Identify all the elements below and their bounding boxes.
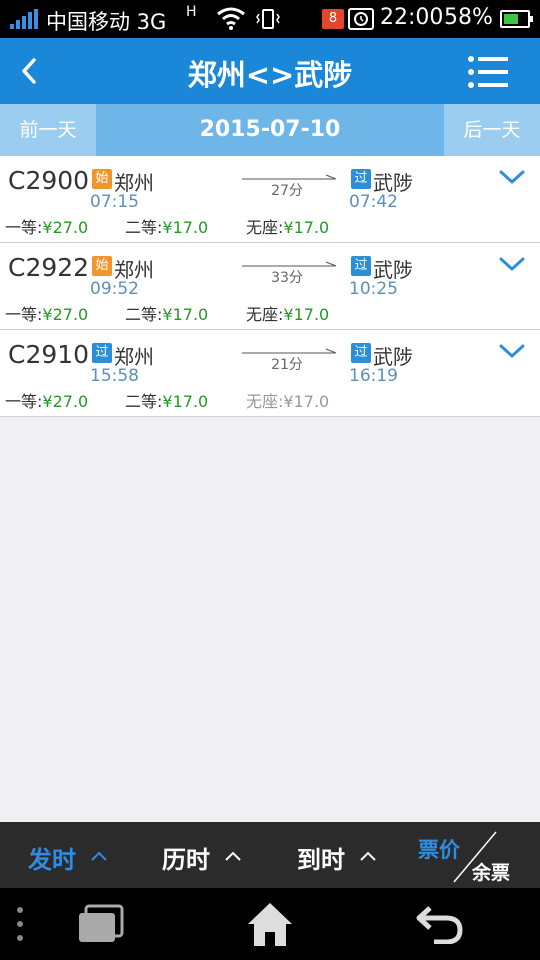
arrive-time: 07:42 xyxy=(349,192,398,212)
price-first-class: 一等:¥27.0 xyxy=(5,392,89,411)
depart-time: 07:15 xyxy=(90,192,139,212)
notification-badge: 8 xyxy=(322,9,344,29)
price-no-seat: 无座:¥17.0 xyxy=(246,218,330,237)
back-icon[interactable] xyxy=(414,902,464,944)
price-no-seat: 无座:¥17.0 xyxy=(246,305,330,324)
sort-remaining-button[interactable]: 余票 xyxy=(472,858,510,885)
origin-tag: 始 xyxy=(92,169,112,189)
destination-tag: 过 xyxy=(351,169,371,189)
sort-duration-button[interactable]: 历时 xyxy=(162,840,210,875)
price-second-class: 二等:¥17.0 xyxy=(125,218,209,237)
caret-up-icon xyxy=(225,851,241,861)
page-title: 郑州<>武陟 xyxy=(187,58,353,92)
destination-tag: 过 xyxy=(351,343,371,363)
network-type-label: H xyxy=(186,4,197,20)
home-icon[interactable] xyxy=(245,900,295,948)
duration: 27分 xyxy=(271,183,303,199)
chevron-down-icon[interactable] xyxy=(498,255,526,273)
next-day-button[interactable]: 后一天 xyxy=(444,104,540,156)
overflow-menu-icon[interactable] xyxy=(16,906,24,942)
train-row[interactable]: C2900 始 郑州 07:15 27分 过 武陟 07:42 一等:¥27.0… xyxy=(0,156,540,243)
chevron-down-icon[interactable] xyxy=(498,168,526,186)
price-first-class: 一等:¥27.0 xyxy=(5,305,89,324)
depart-time: 15:58 xyxy=(90,366,139,386)
destination-tag: 过 xyxy=(351,256,371,276)
train-number: C2910 xyxy=(8,340,90,369)
alarm-icon xyxy=(348,8,374,30)
status-bar: 中国移动 3G H 8 22:00 58% xyxy=(0,0,540,38)
train-list: C2900 始 郑州 07:15 27分 过 武陟 07:42 一等:¥27.0… xyxy=(0,156,540,417)
prev-day-button[interactable]: 前一天 xyxy=(0,104,96,156)
train-row[interactable]: C2922 始 郑州 09:52 33分 过 武陟 10:25 一等:¥27.0… xyxy=(0,243,540,330)
sort-bar: 发时 历时 到时 票价 余票 xyxy=(0,822,540,888)
clock: 22:00 xyxy=(380,5,444,30)
selected-date[interactable]: 2015-07-10 xyxy=(96,104,444,156)
price-no-seat: 无座:¥17.0 xyxy=(246,392,330,411)
origin-tag: 始 xyxy=(92,256,112,276)
train-row[interactable]: C2910 过 郑州 15:58 21分 过 武陟 16:19 一等:¥27.0… xyxy=(0,330,540,417)
menu-list-icon[interactable] xyxy=(466,54,510,90)
vibrate-icon xyxy=(256,9,280,29)
train-number: C2900 xyxy=(8,166,90,195)
origin-tag: 过 xyxy=(92,343,112,363)
price-first-class: 一等:¥27.0 xyxy=(5,218,89,237)
back-arrow-icon[interactable] xyxy=(8,48,52,94)
caret-up-icon xyxy=(360,851,376,861)
price-second-class: 二等:¥17.0 xyxy=(125,305,209,324)
train-number: C2922 xyxy=(8,253,90,282)
sort-depart-button[interactable]: 发时 xyxy=(28,840,76,875)
depart-time: 09:52 xyxy=(90,279,139,299)
duration: 21分 xyxy=(271,357,303,373)
battery-percent: 58% xyxy=(444,5,493,30)
system-nav-bar xyxy=(0,888,540,960)
title-bar: 郑州<>武陟 xyxy=(0,38,540,104)
sort-arrive-button[interactable]: 到时 xyxy=(297,840,345,875)
date-bar: 前一天 2015-07-10 后一天 xyxy=(0,104,540,156)
recent-apps-icon[interactable] xyxy=(76,904,126,944)
signal-icon xyxy=(10,9,40,29)
price-second-class: 二等:¥17.0 xyxy=(125,392,209,411)
chevron-down-icon[interactable] xyxy=(498,342,526,360)
duration: 33分 xyxy=(271,270,303,286)
battery-icon xyxy=(500,10,533,28)
carrier-label: 中国移动 3G xyxy=(46,10,167,34)
wifi-icon xyxy=(217,7,245,30)
arrive-time: 10:25 xyxy=(349,279,398,299)
caret-up-icon xyxy=(91,851,107,861)
arrive-time: 16:19 xyxy=(349,366,398,386)
